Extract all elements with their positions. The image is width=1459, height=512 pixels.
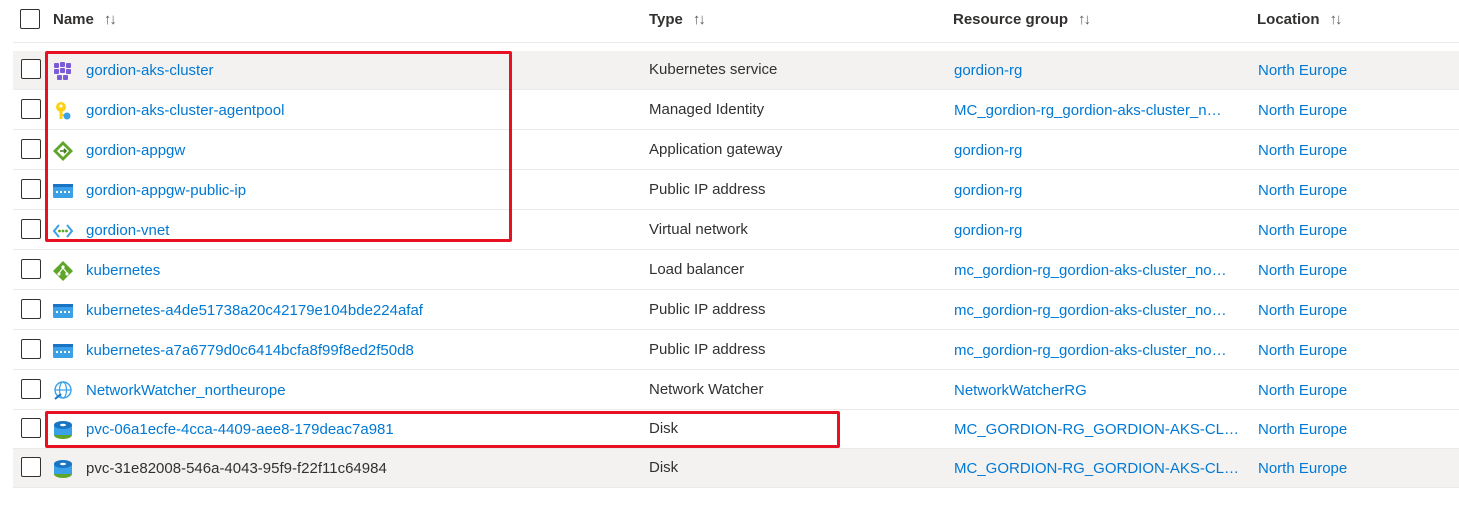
location-link[interactable]: North Europe [1258,302,1347,319]
column-header-name-label: Name [53,11,94,28]
row-checkbox[interactable] [21,139,41,159]
resource-group-link[interactable]: gordion-rg [954,62,1244,79]
network-watcher-icon [54,381,72,400]
location-link[interactable]: North Europe [1258,342,1347,359]
resource-name-link[interactable]: kubernetes-a7a6779d0c6414bcfa8f99f8ed2f5… [86,342,414,359]
resource-name-link[interactable]: pvc-31e82008-546a-4043-95f9-f22f11c64984 [86,460,387,477]
resource-type: Disk [649,459,679,476]
resource-group-link[interactable]: mc_gordion-rg_gordion-aks-cluster_no… [954,342,1244,359]
location-link[interactable]: North Europe [1258,262,1347,279]
column-header-location-label: Location [1257,11,1320,28]
resource-name-link[interactable]: NetworkWatcher_northeurope [86,382,286,399]
resource-type: Load balancer [649,261,745,278]
select-all-checkbox[interactable] [20,9,40,29]
resource-type: Managed Identity [649,101,765,118]
location-link[interactable]: North Europe [1258,421,1347,438]
annotation-box [45,51,512,242]
location-link[interactable]: North Europe [1258,222,1347,239]
resource-group-link[interactable]: MC_GORDION-RG_GORDION-AKS-CL… [954,460,1244,477]
row-checkbox[interactable] [21,219,41,239]
location-link[interactable]: North Europe [1258,62,1347,79]
public-ip-icon [53,304,73,318]
resource-group-link[interactable]: gordion-rg [954,142,1244,159]
resource-type: Kubernetes service [649,61,778,78]
resource-type: Public IP address [649,181,766,198]
resource-type: Network Watcher [649,381,764,398]
row-checkbox[interactable] [21,457,41,477]
row-checkbox[interactable] [21,418,41,438]
column-header-resource-group-label: Resource group [953,11,1069,28]
load-balancer-icon [53,261,73,281]
row-checkbox[interactable] [21,179,41,199]
location-link[interactable]: North Europe [1258,182,1347,199]
column-header-resource-group[interactable]: Resource group ↑↓ [953,11,1091,28]
table-row[interactable]: kubernetes-a7a6779d0c6414bcfa8f99f8ed2f5… [13,331,1459,370]
resource-group-link[interactable]: mc_gordion-rg_gordion-aks-cluster_no… [954,262,1244,279]
resource-group-link[interactable]: MC_GORDION-RG_GORDION-AKS-CL… [954,421,1244,438]
resource-type: Public IP address [649,341,766,358]
row-checkbox[interactable] [21,259,41,279]
resource-group-link[interactable]: MC_gordion-rg_gordion-aks-cluster_n… [954,102,1244,119]
column-header-name[interactable]: Name ↑↓ [53,11,117,28]
column-header-location[interactable]: Location ↑↓ [1257,11,1343,28]
resource-type: Virtual network [649,221,748,238]
sort-icon[interactable]: ↑↓ [693,11,706,28]
sort-icon[interactable]: ↑↓ [1330,11,1343,28]
resource-group-link[interactable]: gordion-rg [954,182,1244,199]
location-link[interactable]: North Europe [1258,142,1347,159]
disk-icon [54,460,72,478]
row-checkbox[interactable] [21,59,41,79]
resource-name-link[interactable]: kubernetes-a4de51738a20c42179e104bde224a… [86,302,423,319]
header-divider [13,42,1459,43]
location-link[interactable]: North Europe [1258,382,1347,399]
resource-name-link[interactable]: kubernetes [86,262,160,279]
resource-group-link[interactable]: mc_gordion-rg_gordion-aks-cluster_no… [954,302,1244,319]
table-header: Name ↑↓ Type ↑↓ Resource group ↑↓ Locati… [0,0,1459,42]
sort-icon[interactable]: ↑↓ [1078,11,1091,28]
table-row[interactable]: NetworkWatcher_northeurope Network Watch… [13,371,1459,410]
public-ip-icon [53,344,73,358]
table-row[interactable]: pvc-31e82008-546a-4043-95f9-f22f11c64984… [13,449,1459,488]
column-header-type-label: Type [649,11,683,28]
location-link[interactable]: North Europe [1258,460,1347,477]
sort-icon[interactable]: ↑↓ [104,11,117,28]
row-checkbox[interactable] [21,379,41,399]
resource-type: Application gateway [649,141,783,158]
row-checkbox[interactable] [21,99,41,119]
row-checkbox[interactable] [21,299,41,319]
annotation-box [45,411,840,448]
location-link[interactable]: North Europe [1258,102,1347,119]
resource-group-link[interactable]: gordion-rg [954,222,1244,239]
table-row[interactable]: kubernetes Load balancer mc_gordion-rg_g… [13,251,1459,290]
row-checkbox[interactable] [21,339,41,359]
table-row[interactable]: kubernetes-a4de51738a20c42179e104bde224a… [13,291,1459,330]
resource-group-link[interactable]: NetworkWatcherRG [954,382,1244,399]
column-header-type[interactable]: Type ↑↓ [649,11,706,28]
resource-type: Public IP address [649,301,766,318]
